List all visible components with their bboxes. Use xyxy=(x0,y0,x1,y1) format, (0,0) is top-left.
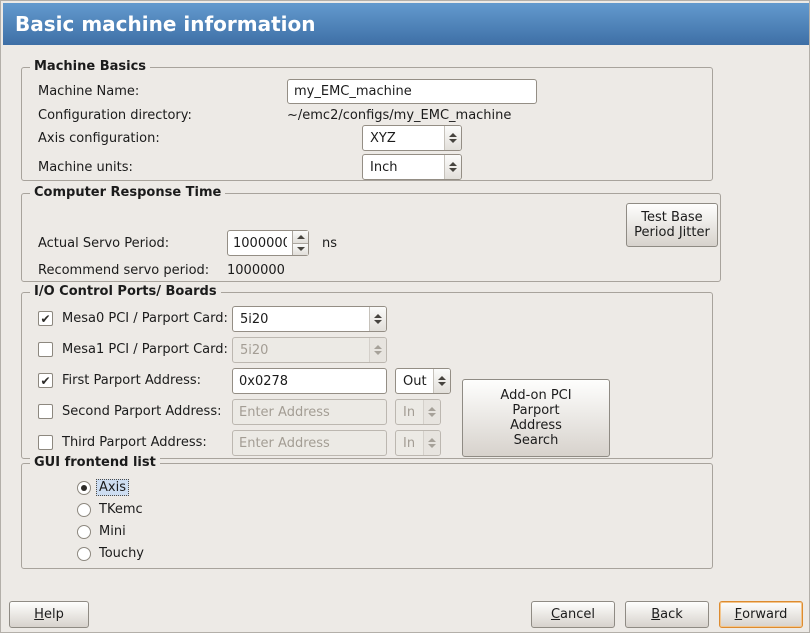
machine-units-label: Machine units: xyxy=(38,160,133,175)
addon-pci-search-button[interactable]: Add-on PCI Parport Address Search xyxy=(462,379,610,457)
second-parport-address-input xyxy=(232,399,387,425)
back-button[interactable]: Back xyxy=(625,601,709,628)
machine-basics-frame: Machine Basics Machine Name: Configurati… xyxy=(21,67,713,181)
mesa1-label: Mesa1 PCI / Parport Card: xyxy=(62,342,228,357)
config-dir-label: Configuration directory: xyxy=(38,108,192,123)
servo-period-units: ns xyxy=(322,236,337,251)
first-parport-label: First Parport Address: xyxy=(62,373,201,388)
dropdown-arrows-icon xyxy=(423,400,440,424)
spin-down-icon xyxy=(297,247,305,251)
forward-button[interactable]: Forward xyxy=(719,601,803,628)
spin-up-icon xyxy=(297,235,305,239)
machine-name-label: Machine Name: xyxy=(38,84,139,99)
gui-radio-tkemc-label[interactable]: TKemc xyxy=(99,502,143,517)
third-parport-checkbox[interactable] xyxy=(38,435,53,450)
second-parport-direction-value: In xyxy=(396,405,423,420)
spin-down-button[interactable] xyxy=(293,243,308,256)
dropdown-arrows-icon xyxy=(423,431,440,455)
mesa0-label: Mesa0 PCI / Parport Card: xyxy=(62,311,228,326)
third-parport-label: Third Parport Address: xyxy=(62,435,207,450)
servo-period-label: Actual Servo Period: xyxy=(38,236,169,251)
mesa0-card-value: 5i20 xyxy=(233,312,369,327)
wizard-window: Basic machine information Machine Basics… xyxy=(0,0,810,633)
gui-frontend-legend: GUI frontend list xyxy=(30,455,160,470)
machine-basics-legend: Machine Basics xyxy=(30,59,150,74)
page-title: Basic machine information xyxy=(3,3,809,45)
second-parport-checkbox[interactable] xyxy=(38,404,53,419)
response-time-legend: Computer Response Time xyxy=(30,185,225,200)
third-parport-direction-combo: In xyxy=(395,430,441,456)
recommend-period-value: 1000000 xyxy=(227,263,285,278)
dropdown-arrows-icon xyxy=(369,338,386,362)
dropdown-arrows-icon xyxy=(433,369,450,393)
io-ports-legend: I/O Control Ports/ Boards xyxy=(30,284,221,299)
axis-config-value: XYZ xyxy=(363,131,444,146)
check-icon: ✔ xyxy=(40,313,50,325)
radio-dot-icon xyxy=(81,485,87,491)
dropdown-arrows-icon xyxy=(444,126,461,150)
dropdown-arrows-icon xyxy=(369,307,386,331)
axis-config-combo[interactable]: XYZ xyxy=(362,125,462,151)
third-parport-direction-value: In xyxy=(396,436,423,451)
machine-units-combo[interactable]: Inch xyxy=(362,154,462,180)
io-ports-frame: I/O Control Ports/ Boards ✔ Mesa0 PCI / … xyxy=(21,292,713,459)
mesa0-checkbox[interactable]: ✔ xyxy=(38,311,53,326)
spin-up-button[interactable] xyxy=(293,231,308,243)
servo-period-input[interactable] xyxy=(228,231,292,255)
gui-radio-mini-label[interactable]: Mini xyxy=(99,524,126,539)
mesa1-card-combo: 5i20 xyxy=(232,337,387,363)
gui-radio-axis[interactable] xyxy=(77,481,91,495)
mesa1-card-value: 5i20 xyxy=(233,343,369,358)
mesa1-checkbox[interactable] xyxy=(38,342,53,357)
response-time-frame: Computer Response Time Test Base Period … xyxy=(21,193,721,282)
gui-radio-axis-label[interactable]: Axis xyxy=(96,479,129,496)
recommend-period-label: Recommend servo period: xyxy=(38,263,209,278)
axis-config-label: Axis configuration: xyxy=(38,131,160,146)
config-dir-value: ~/emc2/configs/my_EMC_machine xyxy=(287,108,511,123)
third-parport-address-input xyxy=(232,430,387,456)
gui-radio-mini[interactable] xyxy=(77,525,91,539)
help-button[interactable]: Help xyxy=(9,601,89,628)
first-parport-checkbox[interactable]: ✔ xyxy=(38,373,53,388)
gui-frontend-frame: GUI frontend list Axis TKemc Mini Touchy xyxy=(21,463,713,569)
first-parport-address-input[interactable] xyxy=(232,368,387,394)
first-parport-direction-value: Out xyxy=(396,374,433,389)
second-parport-direction-combo: In xyxy=(395,399,441,425)
dropdown-arrows-icon xyxy=(444,155,461,179)
gui-radio-tkemc[interactable] xyxy=(77,503,91,517)
machine-units-value: Inch xyxy=(363,160,444,175)
servo-period-spinner[interactable] xyxy=(227,230,309,256)
first-parport-direction-combo[interactable]: Out xyxy=(395,368,451,394)
gui-radio-touchy[interactable] xyxy=(77,547,91,561)
check-icon: ✔ xyxy=(40,375,50,387)
mesa0-card-combo[interactable]: 5i20 xyxy=(232,306,387,332)
second-parport-label: Second Parport Address: xyxy=(62,404,221,419)
cancel-button[interactable]: Cancel xyxy=(531,601,615,628)
test-base-period-jitter-button[interactable]: Test Base Period Jitter xyxy=(626,203,718,247)
machine-name-input[interactable] xyxy=(287,79,537,104)
gui-radio-touchy-label[interactable]: Touchy xyxy=(99,546,144,561)
